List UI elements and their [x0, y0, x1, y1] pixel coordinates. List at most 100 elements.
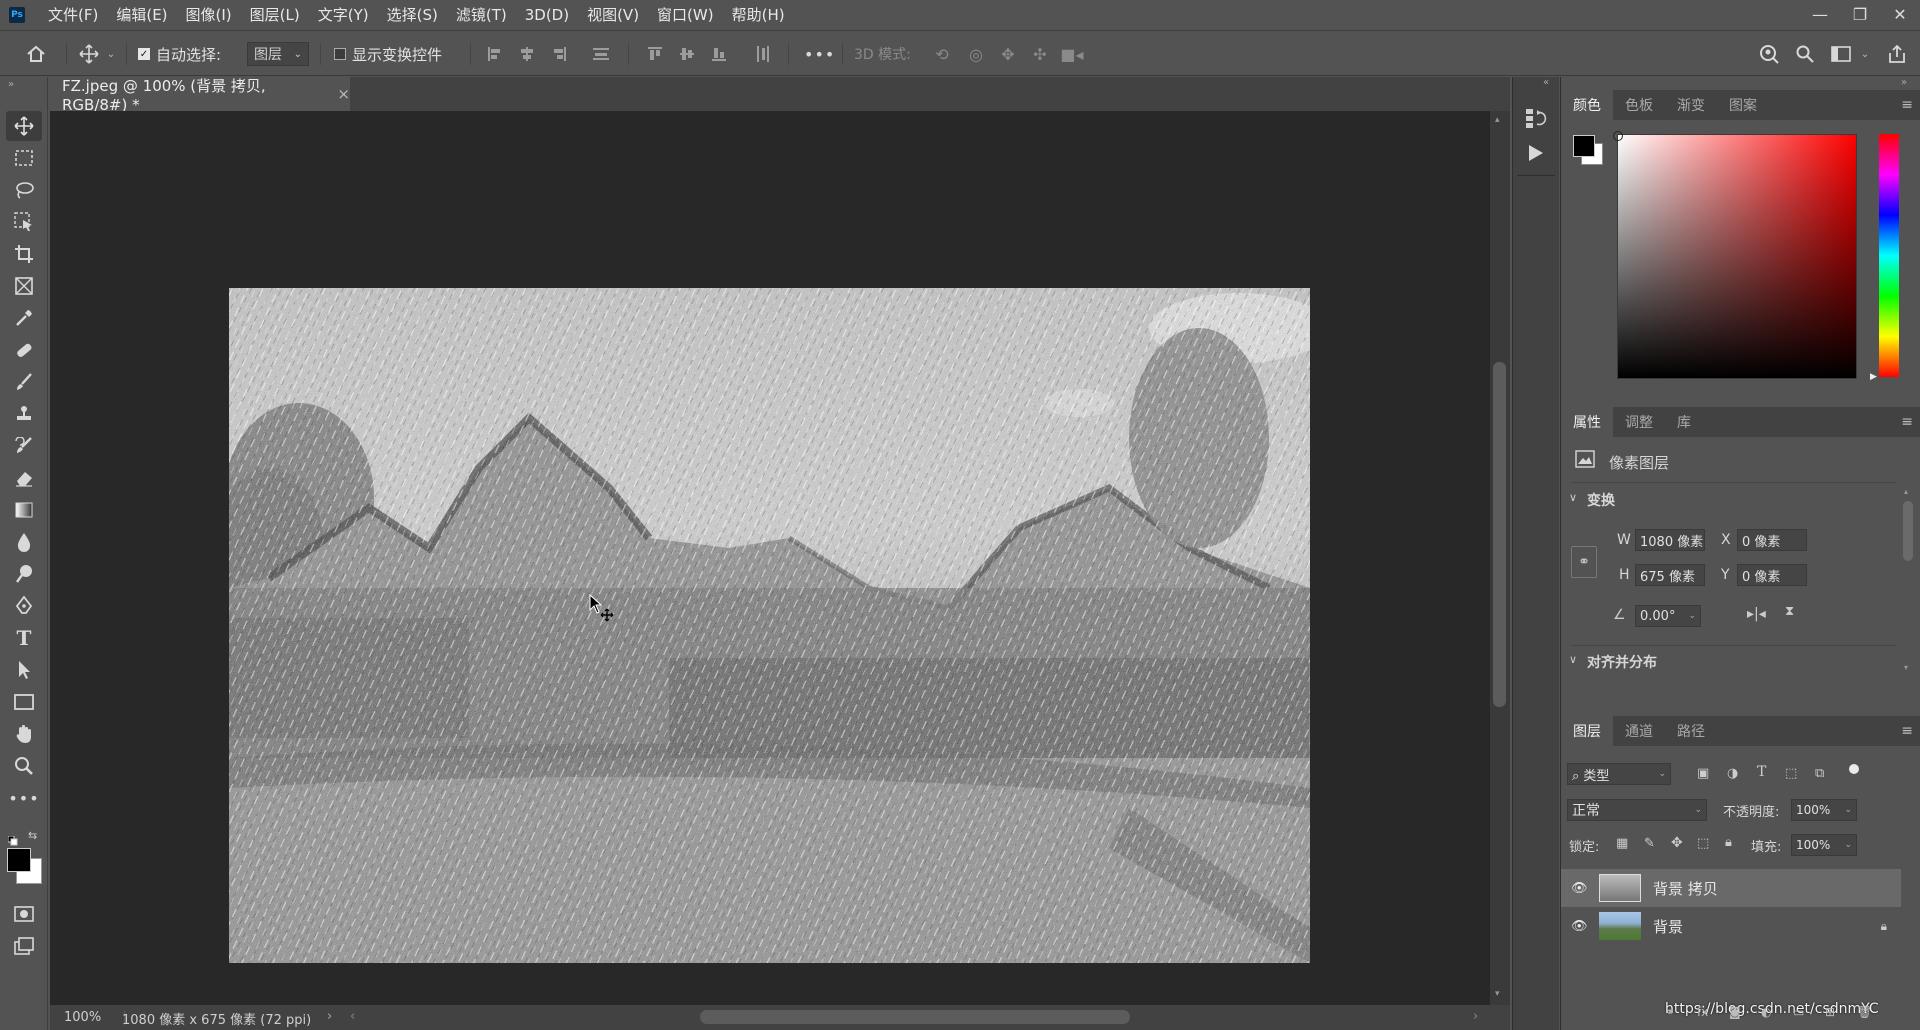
- layer-row[interactable]: 👁︎ 背景 🔒︎: [1561, 907, 1901, 945]
- 3d-orbit-icon[interactable]: ⟲: [930, 31, 954, 77]
- menu-edit[interactable]: 编辑(E): [107, 4, 176, 25]
- properties-scroll-down-icon[interactable]: ▾: [1904, 663, 1908, 672]
- workspace-icon[interactable]: [1828, 31, 1854, 77]
- edit-toolbar-icon[interactable]: •••: [6, 783, 42, 813]
- x-field[interactable]: 0 像素: [1737, 529, 1807, 551]
- link-dimensions-icon[interactable]: ⚭: [1571, 546, 1597, 578]
- close-tab-icon[interactable]: ×: [337, 85, 350, 103]
- eyedropper-tool-icon[interactable]: [6, 303, 42, 333]
- hand-tool-icon[interactable]: [6, 719, 42, 749]
- filter-type-icon[interactable]: T: [1757, 764, 1766, 780]
- menu-help[interactable]: 帮助(H): [723, 4, 794, 25]
- gradient-tool-icon[interactable]: [6, 495, 42, 525]
- align-bottom-icon[interactable]: [708, 31, 730, 77]
- lock-artboard-icon[interactable]: ⬚: [1697, 836, 1709, 851]
- eraser-tool-icon[interactable]: [6, 463, 42, 493]
- zoom-tool-icon[interactable]: [6, 751, 42, 781]
- align-left-icon[interactable]: [484, 31, 506, 77]
- 3d-scale-icon[interactable]: ■◂: [1060, 31, 1084, 77]
- menu-filter[interactable]: 滤镜(T): [447, 4, 516, 25]
- blend-mode-dropdown[interactable]: 正常 ⌄: [1567, 799, 1707, 821]
- history-panel-icon[interactable]: [1525, 107, 1547, 133]
- flip-horizontal-icon[interactable]: ▸|◂: [1747, 606, 1766, 622]
- filter-smart-object-icon[interactable]: ⧉: [1815, 766, 1824, 781]
- layer-style-icon[interactable]: fx: [1697, 1005, 1708, 1019]
- tab-layers[interactable]: 图层: [1561, 716, 1613, 746]
- crop-tool-icon[interactable]: [6, 239, 42, 269]
- document-info[interactable]: 1080 像素 x 675 像素 (72 ppi): [122, 1009, 311, 1028]
- opacity-chevron-icon[interactable]: ⌄: [1844, 805, 1852, 815]
- object-selection-tool-icon[interactable]: [6, 207, 42, 237]
- layers-panel-menu-icon[interactable]: ≡: [1901, 723, 1913, 739]
- tab-properties[interactable]: 属性: [1561, 407, 1613, 437]
- workspace-chevron-icon[interactable]: ⌄: [1858, 31, 1872, 77]
- more-options-button[interactable]: •••: [804, 31, 835, 77]
- properties-scroll-thumb[interactable]: [1903, 501, 1913, 561]
- menu-3d[interactable]: 3D(D): [516, 6, 578, 24]
- show-transform-checkbox[interactable]: [334, 48, 346, 60]
- menu-select[interactable]: 选择(S): [378, 4, 447, 25]
- lasso-tool-icon[interactable]: [6, 175, 42, 205]
- share-icon[interactable]: [1884, 31, 1910, 77]
- angle-chevron-icon[interactable]: ⌄: [1688, 611, 1696, 621]
- tab-paths[interactable]: 路径: [1665, 716, 1717, 746]
- move-tool-icon[interactable]: [6, 111, 42, 141]
- type-tool-icon[interactable]: T: [6, 623, 42, 653]
- properties-scrollbar[interactable]: ▴ ▾: [1903, 487, 1913, 673]
- tab-libraries[interactable]: 库: [1665, 407, 1703, 437]
- filter-pixel-icon[interactable]: ▣: [1697, 766, 1709, 781]
- layer-lock-icon[interactable]: 🔒︎: [1881, 919, 1887, 934]
- screen-mode-icon[interactable]: [6, 931, 42, 961]
- zoom-level[interactable]: 100%: [64, 1010, 101, 1025]
- align-section-title[interactable]: 对齐并分布: [1587, 652, 1657, 672]
- align-section-chevron-icon[interactable]: ∨: [1569, 653, 1577, 666]
- angle-field[interactable]: 0.00° ⌄: [1635, 605, 1701, 627]
- menu-layer[interactable]: 图层(L): [241, 4, 309, 25]
- color-picker-handle[interactable]: [1613, 131, 1623, 141]
- hue-slider[interactable]: [1879, 134, 1899, 377]
- distribute-horizontal-icon[interactable]: [752, 31, 774, 77]
- search-icon[interactable]: [1792, 31, 1818, 77]
- menu-window[interactable]: 窗口(W): [648, 4, 723, 25]
- horizontal-scroll-thumb[interactable]: [700, 1010, 1130, 1024]
- home-icon[interactable]: [22, 31, 50, 77]
- collapse-dock-icon[interactable]: «: [1543, 77, 1549, 88]
- layer-name[interactable]: 背景 拷贝: [1653, 878, 1718, 899]
- tab-color[interactable]: 颜色: [1561, 90, 1613, 120]
- layer-row[interactable]: 👁︎ 背景 拷贝: [1561, 869, 1901, 907]
- new-layer-icon[interactable]: ⊞: [1825, 1005, 1835, 1019]
- brush-tool-icon[interactable]: [6, 367, 42, 397]
- quick-mask-icon[interactable]: [6, 899, 42, 929]
- lock-all-icon[interactable]: 🔒︎: [1725, 835, 1732, 850]
- document-tab[interactable]: FZ.jpeg @ 100% (背景 拷贝, RGB/8#) * ×: [50, 77, 350, 114]
- menu-type[interactable]: 文字(Y): [309, 4, 378, 25]
- y-field[interactable]: 0 像素: [1737, 564, 1807, 586]
- menu-view[interactable]: 视图(V): [578, 4, 648, 25]
- 3d-roll-icon[interactable]: ◎: [964, 31, 988, 77]
- new-adjustment-icon[interactable]: ◐: [1761, 1005, 1771, 1019]
- marquee-tool-icon[interactable]: [6, 143, 42, 173]
- properties-scroll-up-icon[interactable]: ▴: [1904, 487, 1908, 496]
- expand-toolbar-icon[interactable]: »: [8, 79, 14, 90]
- scroll-right-icon[interactable]: ›: [1473, 1009, 1478, 1024]
- fill-chevron-icon[interactable]: ⌄: [1844, 840, 1852, 850]
- lock-transparency-icon[interactable]: ▦: [1616, 836, 1628, 851]
- distribute-vertical-icon[interactable]: [590, 31, 612, 77]
- flip-vertical-icon[interactable]: ⧗: [1785, 604, 1794, 619]
- auto-select-option[interactable]: ✓ 自动选择:: [138, 31, 221, 77]
- photoshop-logo[interactable]: Ps: [9, 6, 25, 23]
- frame-tool-icon[interactable]: [6, 271, 42, 301]
- close-button[interactable]: ✕: [1880, 0, 1920, 29]
- dodge-tool-icon[interactable]: [6, 559, 42, 589]
- restore-button[interactable]: ❐: [1840, 0, 1880, 29]
- learn-icon[interactable]: [1756, 31, 1782, 77]
- align-vcenter-icon[interactable]: [676, 31, 698, 77]
- actions-play-icon[interactable]: [1525, 143, 1545, 167]
- collapse-panels-icon[interactable]: »: [1901, 77, 1907, 88]
- foreground-color-swatch[interactable]: [7, 848, 31, 872]
- filter-adjustment-icon[interactable]: ◑: [1727, 766, 1738, 781]
- opacity-field[interactable]: 100% ⌄: [1791, 799, 1857, 821]
- tab-channels[interactable]: 通道: [1613, 716, 1665, 746]
- menu-image[interactable]: 图像(I): [177, 4, 241, 25]
- color-field[interactable]: [1617, 134, 1857, 379]
